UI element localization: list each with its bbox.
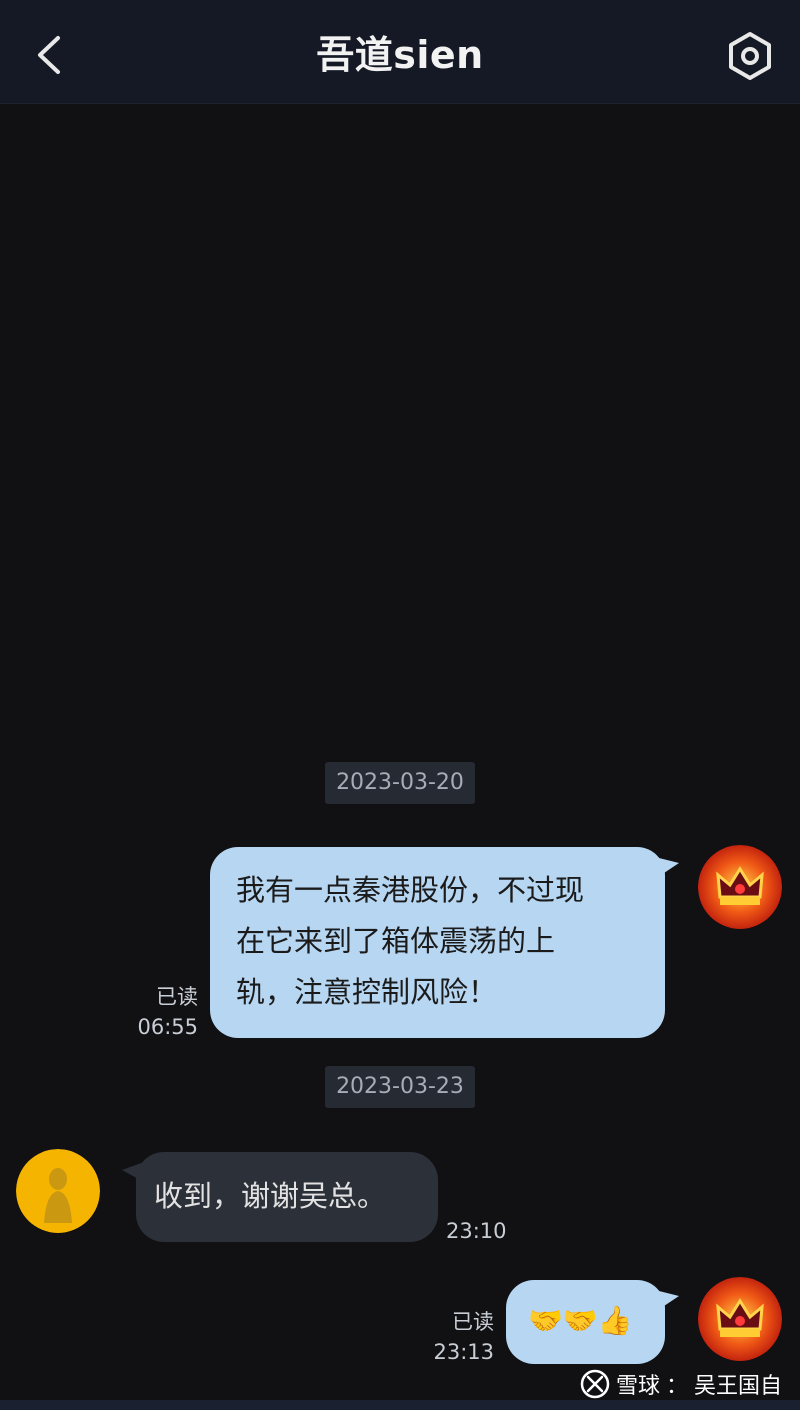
outgoing-message-bubble[interactable]: 🤝🤝👍 bbox=[506, 1280, 665, 1364]
date-separator: 2023-03-23 bbox=[325, 1066, 475, 1108]
message-time: 06:55 bbox=[137, 1015, 198, 1039]
message-time: 23:13 bbox=[433, 1340, 494, 1364]
crown-avatar-icon bbox=[698, 1277, 782, 1361]
date-separator: 2023-03-20 bbox=[325, 762, 475, 804]
contact-avatar[interactable] bbox=[16, 1149, 100, 1233]
top-bar: 吾道sien bbox=[0, 0, 800, 104]
message-time: 23:10 bbox=[446, 1219, 507, 1243]
crown-avatar-icon bbox=[698, 845, 782, 929]
message-text-line: 我有一点秦港股份，不过现 bbox=[236, 873, 585, 907]
emoji-message: 🤝🤝👍 bbox=[528, 1304, 633, 1337]
watermark-separator: ： bbox=[666, 1374, 689, 1399]
read-status: 已读 bbox=[452, 1310, 494, 1334]
settings-button[interactable] bbox=[722, 28, 778, 84]
bubble-tail bbox=[655, 1290, 679, 1312]
message-text-line: 在它来到了箱体震荡的上 bbox=[236, 924, 556, 958]
outgoing-message-bubble[interactable]: 我有一点秦港股份，不过现 在它来到了箱体震荡的上 轨，注意控制风险！ bbox=[210, 847, 665, 1038]
conversation-title: 吾道sien bbox=[316, 33, 484, 77]
watermark: 雪球 ： 吴王国自 bbox=[580, 1366, 790, 1402]
read-status: 已读 bbox=[156, 985, 198, 1009]
settings-gear-icon bbox=[729, 32, 771, 80]
bubble-tail bbox=[655, 857, 679, 879]
person-silhouette-icon bbox=[16, 1149, 100, 1233]
message-text-line: 轨，注意控制风险！ bbox=[236, 975, 498, 1009]
xueqiu-logo-icon bbox=[580, 1369, 610, 1399]
my-avatar[interactable] bbox=[698, 845, 782, 929]
my-avatar[interactable] bbox=[698, 1277, 782, 1361]
message-text: 收到，谢谢吴总。 bbox=[154, 1179, 387, 1213]
incoming-message-bubble[interactable]: 收到，谢谢吴总。 bbox=[136, 1152, 438, 1242]
watermark-brand: 雪球 bbox=[616, 1374, 661, 1399]
bottom-bar bbox=[0, 1400, 800, 1410]
watermark-author: 吴王国自 bbox=[694, 1374, 783, 1399]
